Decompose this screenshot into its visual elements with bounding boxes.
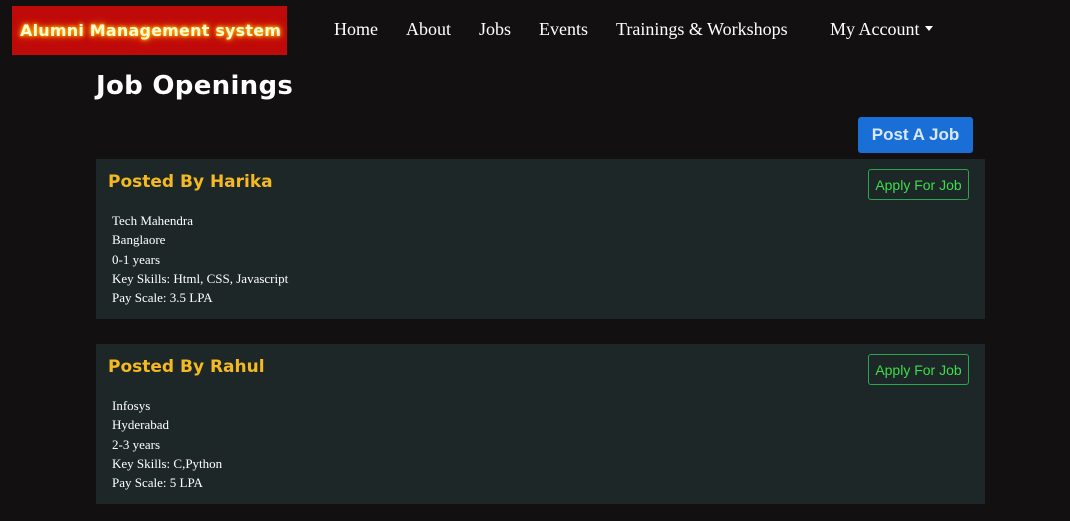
job-pay-scale: Pay Scale: 3.5 LPA: [112, 290, 213, 306]
job-skills: Key Skills: Html, CSS, Javascript: [112, 270, 289, 286]
nav-about[interactable]: About: [406, 19, 451, 40]
my-account-label: My Account: [830, 19, 920, 39]
job-details: Tech Mahendra Banglaore 0-1 years Key Sk…: [112, 211, 288, 307]
brand-title: Alumni Management system: [20, 21, 282, 40]
job-experience: 2-3 years: [112, 436, 161, 452]
apply-for-job-button[interactable]: Apply For Job: [868, 169, 969, 200]
post-job-button[interactable]: Post A Job: [858, 117, 973, 153]
job-company: Infosys: [112, 398, 151, 413]
main-nav: Home About Jobs Events Trainings & Works…: [334, 19, 788, 40]
job-skills: Key Skills: C,Python: [112, 455, 223, 471]
nav-trainings-workshops[interactable]: Trainings & Workshops: [616, 19, 788, 40]
job-card: Posted By Harika Apply For Job Tech Mahe…: [96, 159, 985, 319]
job-experience: 0-1 years: [112, 251, 161, 267]
apply-for-job-button[interactable]: Apply For Job: [868, 354, 969, 385]
job-pay-scale: Pay Scale: 5 LPA: [112, 475, 203, 491]
job-company: Tech Mahendra: [112, 213, 194, 228]
job-posted-by: Posted By Rahul: [108, 357, 265, 377]
job-location: Banglaore: [112, 232, 166, 248]
nav-jobs[interactable]: Jobs: [479, 19, 511, 40]
job-details: Infosys Hyderabad 2-3 years Key Skills: …: [112, 396, 222, 492]
nav-events[interactable]: Events: [539, 19, 588, 40]
caret-down-icon: [924, 26, 933, 31]
my-account-dropdown[interactable]: My Account: [830, 19, 933, 40]
brand-logo[interactable]: Alumni Management system: [12, 6, 287, 55]
job-card: Posted By Rahul Apply For Job Infosys Hy…: [96, 344, 985, 504]
nav-home[interactable]: Home: [334, 19, 378, 40]
page-title: Job Openings: [96, 71, 294, 101]
job-posted-by: Posted By Harika: [108, 172, 273, 192]
job-location: Hyderabad: [112, 417, 170, 433]
